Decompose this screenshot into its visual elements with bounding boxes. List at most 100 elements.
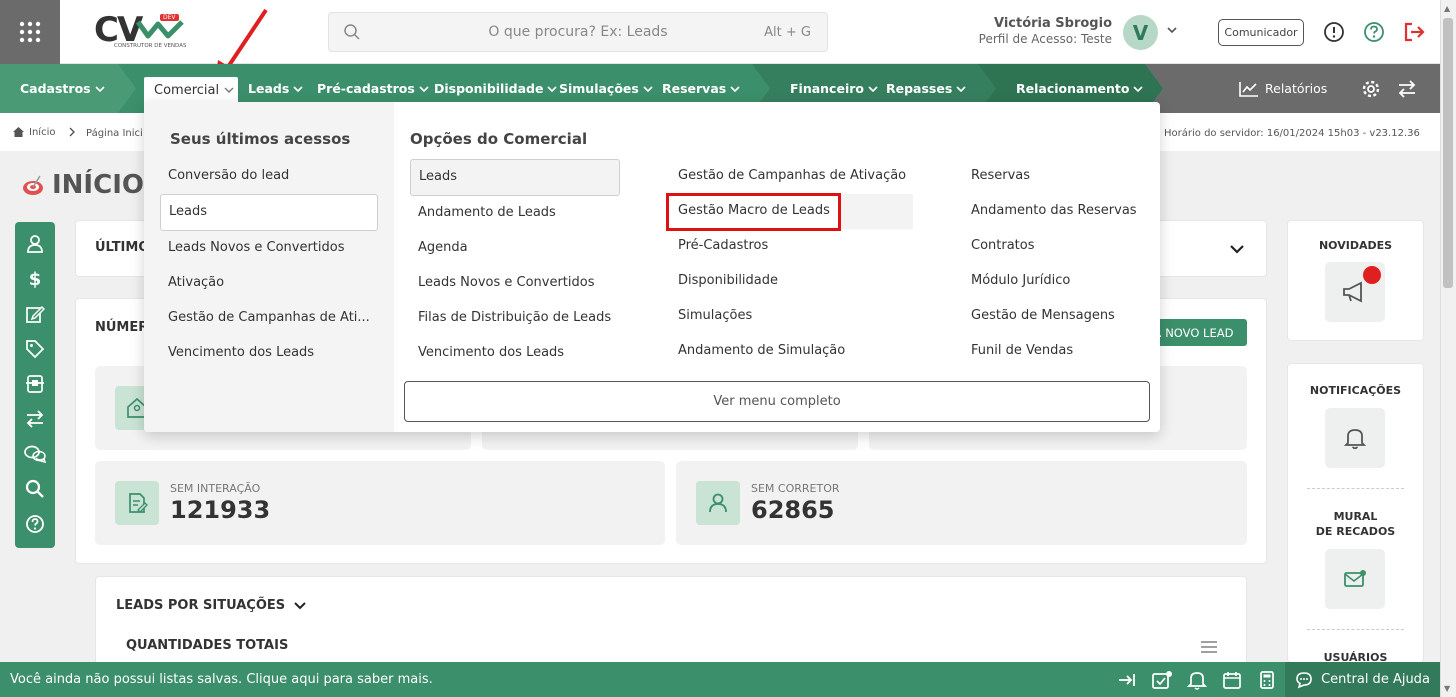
- logout-icon[interactable]: [1403, 21, 1427, 43]
- menu-item[interactable]: Simulações: [678, 308, 752, 323]
- menu-item[interactable]: Reservas: [971, 168, 1030, 183]
- menu-item[interactable]: Gestão de Mensagens: [971, 308, 1115, 323]
- toolbar-chat[interactable]: [15, 439, 55, 469]
- breadcrumb-home[interactable]: Início: [12, 126, 55, 138]
- menu-item[interactable]: Filas de Distribuição de Leads: [418, 310, 611, 325]
- chevron-down-icon[interactable]: [1228, 240, 1246, 258]
- notificacoes-button[interactable]: [1325, 408, 1385, 468]
- menu-item[interactable]: Contratos: [971, 238, 1035, 253]
- recent-item[interactable]: Leads Novos e Convertidos: [168, 240, 345, 255]
- swap-icon[interactable]: [1397, 79, 1417, 99]
- scrollbar-thumb[interactable]: [1443, 18, 1453, 288]
- nav-label: Relacionamento: [1016, 81, 1130, 96]
- global-search-box[interactable]: O que procura? Ex: Leads Alt + G: [328, 12, 828, 52]
- highlight-annotation-box: [666, 193, 841, 231]
- avatar[interactable]: V: [1123, 15, 1158, 50]
- cv-logo[interactable]: CV DEV CONSTRUTOR DE VENDAS: [92, 10, 192, 54]
- toolbar-search[interactable]: [15, 474, 55, 504]
- divider: [1307, 488, 1404, 489]
- collapse-right-icon[interactable]: [1117, 670, 1137, 690]
- person-icon: [709, 493, 727, 513]
- left-toolbar: $: [15, 222, 55, 548]
- chevron-down-icon: [868, 85, 878, 92]
- toolbar-help[interactable]: [15, 509, 55, 539]
- menu-item[interactable]: Funil de Vendas: [971, 343, 1073, 358]
- mural-button[interactable]: [1325, 549, 1385, 609]
- options-title: Opções do Comercial: [410, 130, 588, 148]
- menu-item[interactable]: Vencimento dos Leads: [418, 345, 564, 360]
- nav-comercial[interactable]: Comercial: [144, 77, 238, 103]
- novidades-label: NOVIDADES: [1318, 239, 1393, 252]
- reservation-icon: [26, 375, 44, 393]
- recent-access-column: [144, 102, 394, 432]
- scroll-up-arrow-icon[interactable]: ▲: [1444, 4, 1450, 13]
- nav-label: Repasses: [886, 81, 953, 96]
- menu-item[interactable]: Pré-Cadastros: [678, 238, 768, 253]
- menu-item[interactable]: Módulo Jurídico: [971, 273, 1070, 288]
- calculator-icon[interactable]: [1257, 670, 1277, 690]
- scroll-down-arrow-icon[interactable]: ▼: [1444, 684, 1450, 693]
- nav-label: Pré-cadastros: [317, 81, 415, 96]
- recent-item[interactable]: Conversão do lead: [168, 168, 289, 183]
- menu-item[interactable]: Andamento de Leads: [418, 205, 556, 220]
- comunicador-button[interactable]: Comunicador: [1218, 19, 1304, 46]
- nav-label: Relatórios: [1265, 81, 1328, 96]
- menu-item[interactable]: Leads: [419, 169, 457, 184]
- recent-item[interactable]: Vencimento dos Leads: [168, 345, 314, 360]
- leads-situacoes-toggle[interactable]: LEADS POR SITUAÇÕES: [116, 598, 307, 613]
- chevron-right-icon: [69, 127, 75, 137]
- chevron-down-icon[interactable]: [1166, 24, 1178, 36]
- calendar-icon[interactable]: [1222, 670, 1242, 690]
- leads-situacoes-label: LEADS POR SITUAÇÕES: [116, 598, 286, 613]
- nav-relatorios[interactable]: Relatórios: [1239, 64, 1327, 113]
- toolbar-transfer[interactable]: [15, 404, 55, 434]
- menu-item[interactable]: Andamento das Reservas: [971, 203, 1137, 218]
- help-icon: [26, 515, 44, 533]
- recent-item[interactable]: Ativação: [168, 275, 224, 290]
- notification-dot: [1363, 266, 1381, 284]
- toolbar-finance[interactable]: $: [15, 264, 55, 294]
- menu-item[interactable]: Agenda: [418, 240, 468, 255]
- nav-cadastros[interactable]: Cadastros: [20, 64, 105, 113]
- sem-corretor-icon-box: [696, 481, 740, 525]
- search-shortcut: Alt + G: [764, 25, 811, 40]
- sem-interacao-label: SEM INTERAÇÃO: [170, 482, 261, 495]
- view-full-menu-button[interactable]: Ver menu completo: [404, 381, 1150, 422]
- help-icon[interactable]: [1363, 21, 1385, 43]
- recent-item[interactable]: Gestão de Campanhas de Ati...: [168, 310, 370, 325]
- swap-icon: [26, 410, 44, 428]
- menu-item[interactable]: Gestão de Campanhas de Ativação: [678, 168, 906, 183]
- menu-item[interactable]: Leads Novos e Convertidos: [418, 275, 595, 290]
- quantidades-label: QUANTIDADES TOTAIS: [126, 638, 289, 653]
- breadcrumb-page[interactable]: Página Inici: [86, 128, 143, 139]
- toolbar-person[interactable]: [15, 229, 55, 259]
- megaphone-icon: [1343, 281, 1362, 303]
- calendar-check-icon[interactable]: [1151, 670, 1173, 690]
- document-edit-icon: [129, 493, 148, 513]
- recent-item[interactable]: Leads: [169, 204, 207, 219]
- numeros-label: NÚMER: [95, 320, 149, 335]
- ultimos-label: ÚLTIMO: [95, 240, 150, 255]
- breadcrumb-home-label: Início: [29, 126, 56, 138]
- menu-icon[interactable]: [1200, 640, 1218, 654]
- tag-icon: [26, 340, 45, 359]
- nav-label: Leads: [248, 81, 290, 96]
- bell-icon[interactable]: [1187, 670, 1207, 690]
- target-icon: [23, 175, 43, 195]
- toolbar-tag[interactable]: [15, 334, 55, 364]
- nav-label: Cadastros: [20, 81, 91, 96]
- help-center-button[interactable]: Central de Ajuda: [1285, 662, 1440, 697]
- chat-icon: [24, 445, 46, 464]
- toolbar-reservation[interactable]: [15, 369, 55, 399]
- gear-icon[interactable]: [1361, 79, 1381, 99]
- nav-label: Simulações: [559, 81, 639, 96]
- saved-lists-message[interactable]: Você ainda não possui listas salvas. Cli…: [10, 672, 433, 687]
- apps-grid-button[interactable]: [0, 0, 60, 64]
- menu-item-hover-bg: [841, 194, 913, 229]
- logo-badge: DEV: [160, 14, 179, 21]
- menu-item[interactable]: Andamento de Simulação: [678, 343, 845, 358]
- info-icon[interactable]: [1323, 21, 1345, 43]
- toolbar-edit[interactable]: [15, 299, 55, 329]
- mural-label-line1: MURAL: [1333, 510, 1378, 523]
- menu-item[interactable]: Disponibilidade: [678, 273, 778, 288]
